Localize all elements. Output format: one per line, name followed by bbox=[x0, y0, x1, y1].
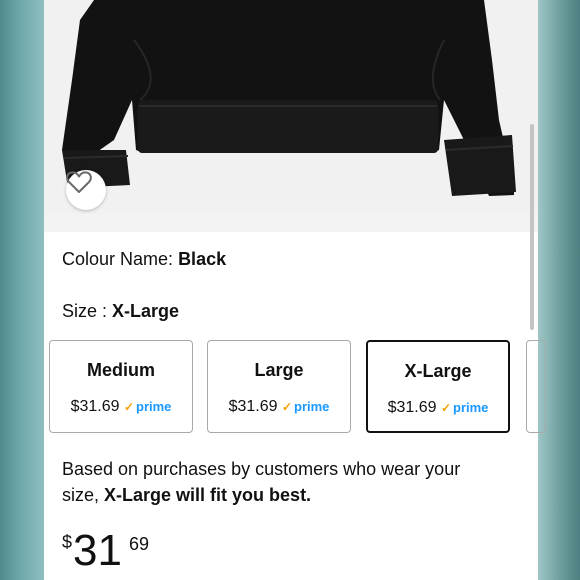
colour-label: Colour Name: bbox=[62, 249, 174, 269]
size-option-name: X-Large bbox=[404, 361, 472, 381]
product-image[interactable] bbox=[44, 0, 538, 214]
size-option-large[interactable]: Large $31.69 ✓ prime bbox=[207, 340, 351, 433]
sweatshirt-illustration bbox=[62, 0, 516, 196]
prime-badge: prime bbox=[294, 399, 330, 414]
size-option-price: $31.69 bbox=[387, 399, 437, 416]
size-option-name: Large bbox=[254, 360, 304, 380]
size-option-next-partial[interactable] bbox=[526, 340, 546, 433]
heart-outline-icon bbox=[66, 171, 92, 193]
prime-check-icon: ✓ bbox=[281, 400, 293, 414]
size-label: Size : bbox=[62, 301, 108, 321]
prime-badge: prime bbox=[136, 399, 172, 414]
prime-check-icon: ✓ bbox=[440, 401, 452, 415]
price-currency: $ bbox=[62, 532, 73, 552]
fit-text-bold: X-Large will fit you best. bbox=[104, 485, 312, 505]
price-whole: 31 bbox=[73, 526, 122, 575]
colour-value: Black bbox=[178, 249, 227, 269]
size-option-price-row: $31.69 ✓ prime bbox=[368, 399, 508, 417]
size-option-price: $31.69 bbox=[228, 398, 278, 415]
prime-check-icon: ✓ bbox=[123, 400, 135, 414]
size-option-name: Medium bbox=[86, 360, 155, 380]
fit-recommendation: Based on purchases by customers who wear… bbox=[62, 456, 502, 508]
divider bbox=[44, 214, 538, 232]
colour-name-row: Colour Name: Black bbox=[62, 249, 226, 270]
size-option-price-row: $31.69 ✓ prime bbox=[208, 398, 350, 416]
prime-badge: prime bbox=[453, 400, 489, 415]
size-value: X-Large bbox=[112, 301, 180, 321]
wishlist-button[interactable] bbox=[66, 170, 106, 210]
size-row: Size : X-Large bbox=[62, 301, 179, 322]
price-fraction: 69 bbox=[129, 534, 150, 554]
size-option-x-large[interactable]: X-Large $31.69 ✓ prime bbox=[366, 340, 510, 433]
scrollbar[interactable] bbox=[530, 124, 534, 330]
size-option-medium[interactable]: Medium $31.69 ✓ prime bbox=[49, 340, 193, 433]
size-option-price: $31.69 bbox=[70, 398, 120, 415]
size-option-price-row: $31.69 ✓ prime bbox=[50, 398, 192, 416]
